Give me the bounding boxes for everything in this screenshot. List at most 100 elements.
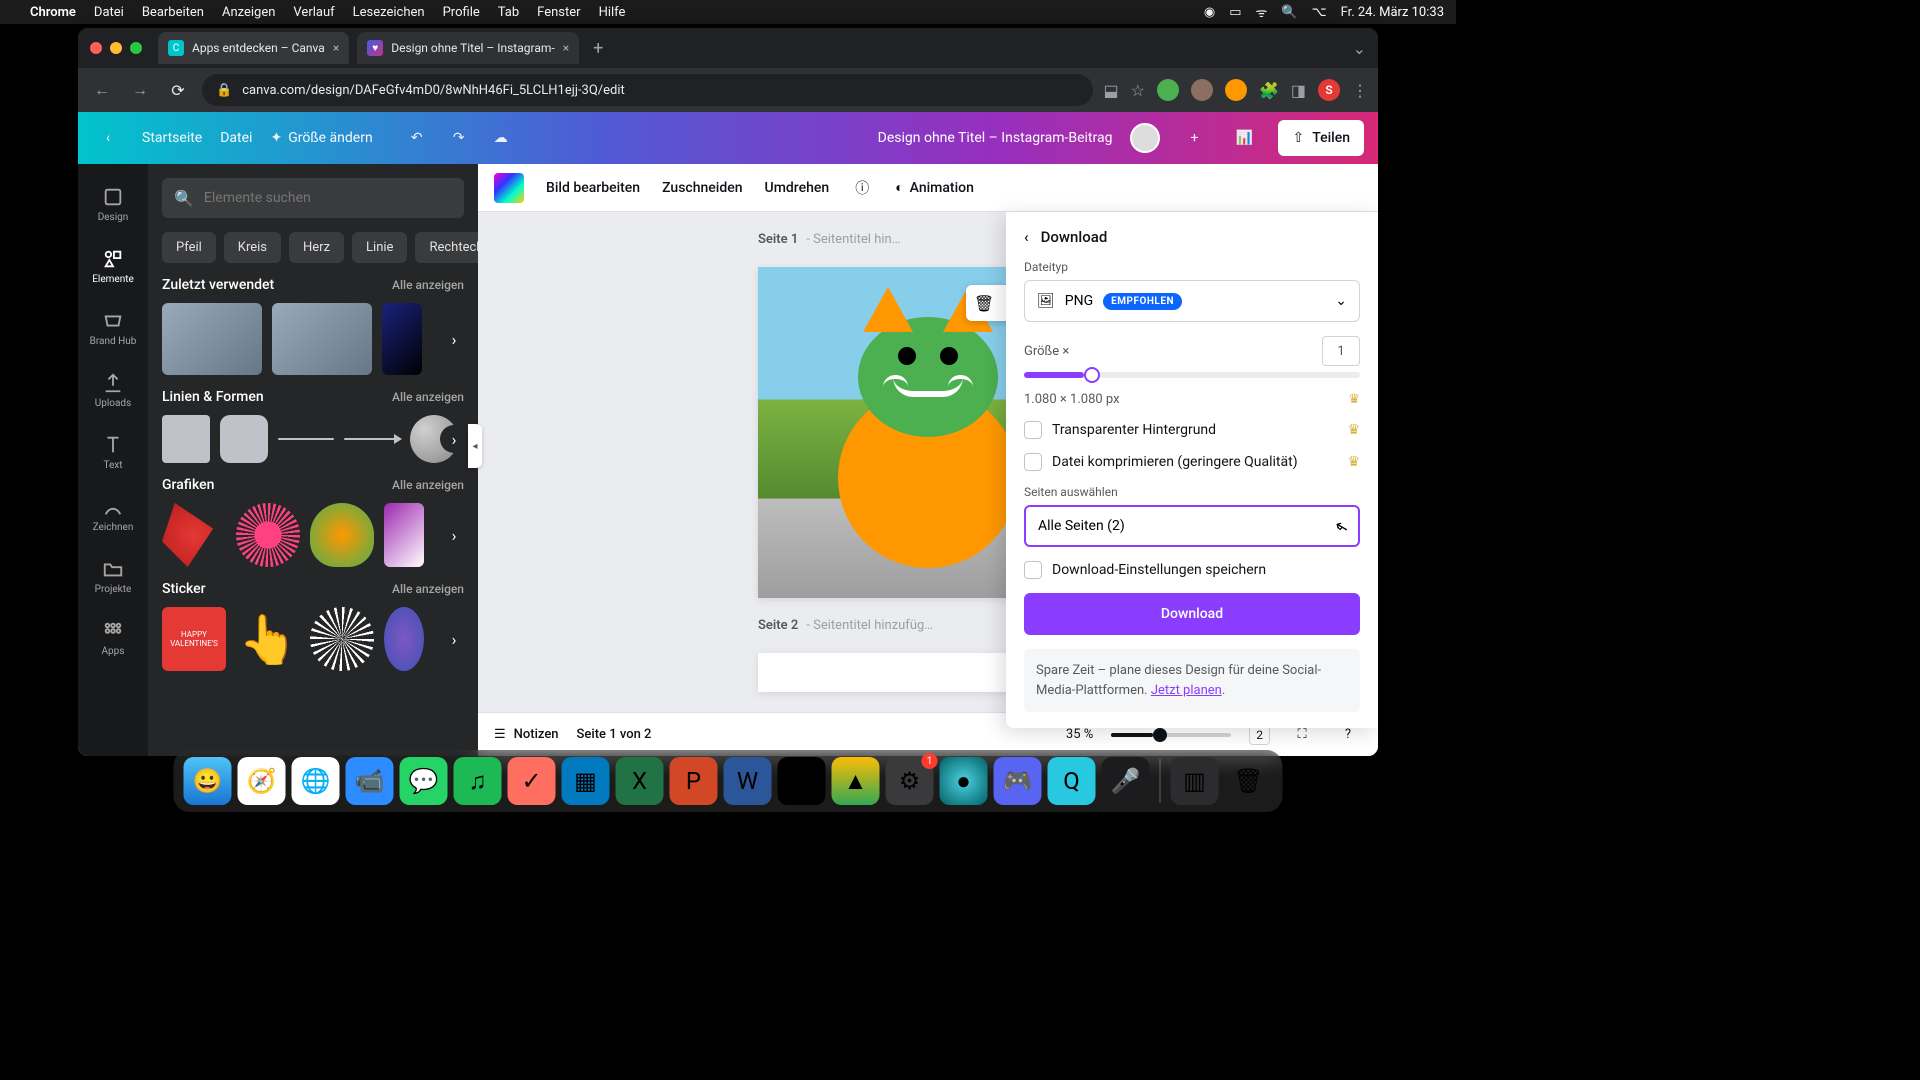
recent-thumb-1[interactable]: [162, 303, 262, 375]
shape-square[interactable]: [162, 415, 210, 463]
add-member-icon[interactable]: +: [1178, 122, 1210, 154]
chip-pfeil[interactable]: Pfeil: [162, 232, 216, 263]
menu-bearbeiten[interactable]: Bearbeiten: [142, 5, 204, 20]
recent-next-icon[interactable]: ›: [440, 325, 468, 353]
menu-hilfe[interactable]: Hilfe: [599, 5, 626, 20]
back-to-home-icon[interactable]: ‹: [92, 122, 124, 154]
rail-uploads[interactable]: Uploads: [78, 360, 148, 420]
menu-fenster[interactable]: Fenster: [537, 5, 580, 20]
nav-reload[interactable]: ⟳: [164, 76, 192, 104]
crop-button[interactable]: Zuschneiden: [662, 180, 742, 196]
document-name[interactable]: Design ohne Titel – Instagram-Beitrag: [878, 130, 1113, 146]
chip-kreis[interactable]: Kreis: [224, 232, 281, 263]
dock-voice-memos[interactable]: 🎤: [1102, 757, 1150, 805]
extension-3[interactable]: [1225, 79, 1247, 101]
zoom-value[interactable]: 35 %: [1066, 727, 1093, 742]
compress-checkbox[interactable]: [1024, 453, 1042, 471]
wifi-icon[interactable]: ᯤ: [1256, 3, 1268, 21]
chip-herz[interactable]: Herz: [289, 232, 344, 263]
app-name[interactable]: Chrome: [30, 5, 76, 20]
profile-avatar[interactable]: S: [1318, 79, 1340, 101]
pro-crown-icon[interactable]: ♛: [1348, 392, 1360, 407]
see-all-lines[interactable]: Alle anzeigen: [392, 390, 464, 404]
battery-icon[interactable]: ▭: [1229, 5, 1241, 20]
rail-projects[interactable]: Projekte: [78, 546, 148, 606]
size-multiplier-input[interactable]: 1: [1322, 336, 1360, 366]
dock-recent[interactable]: ▥: [1171, 757, 1219, 805]
see-all-graphics[interactable]: Alle anzeigen: [392, 478, 464, 492]
shape-line[interactable]: [278, 438, 334, 440]
shape-rounded[interactable]: [220, 415, 268, 463]
menu-verlauf[interactable]: Verlauf: [293, 5, 334, 20]
recent-thumb-3[interactable]: [382, 303, 422, 375]
dock-siri[interactable]: ●: [940, 757, 988, 805]
nav-back[interactable]: ←: [88, 76, 116, 104]
dock-spotify[interactable]: ♫: [454, 757, 502, 805]
sticker-4[interactable]: [384, 607, 424, 671]
menu-anzeigen[interactable]: Anzeigen: [222, 5, 275, 20]
tab-1-close-icon[interactable]: ×: [333, 41, 339, 55]
dock-todoist[interactable]: ✓: [508, 757, 556, 805]
menu-lesezeichen[interactable]: Lesezeichen: [353, 5, 425, 20]
page-1-title[interactable]: - Seitentitel hin…: [806, 232, 900, 247]
graphic-2[interactable]: [236, 503, 300, 567]
flip-button[interactable]: Umdrehen: [765, 180, 830, 196]
rail-draw[interactable]: Zeichnen: [78, 484, 148, 544]
graphic-4[interactable]: [384, 503, 424, 567]
recent-thumb-2[interactable]: [272, 303, 372, 375]
redo-button[interactable]: ↷: [443, 122, 475, 154]
dock-zoom[interactable]: 📹: [346, 757, 394, 805]
schedule-link[interactable]: Jetzt planen: [1151, 683, 1222, 698]
pro-crown-icon[interactable]: ♛: [1347, 422, 1360, 438]
search-input[interactable]: [204, 190, 452, 206]
download-button[interactable]: Download: [1024, 593, 1360, 635]
popover-back-icon[interactable]: ‹: [1024, 228, 1029, 246]
dock-word[interactable]: W: [724, 757, 772, 805]
minimize-window[interactable]: [110, 42, 122, 54]
menu-datei[interactable]: Datei: [94, 5, 124, 20]
tabs-dropdown-icon[interactable]: ⌄: [1353, 39, 1366, 58]
dock-discord[interactable]: 🎮: [994, 757, 1042, 805]
tab-2[interactable]: ♥ Design ohne Titel – Instagram- ×: [357, 32, 579, 64]
see-all-sticker[interactable]: Alle anzeigen: [392, 582, 464, 596]
dock-excel[interactable]: X: [616, 757, 664, 805]
tab-1[interactable]: C Apps entdecken – Canva ×: [158, 32, 349, 64]
bookmark-star-icon[interactable]: ☆: [1131, 81, 1145, 100]
search-icon[interactable]: 🔍: [1281, 5, 1297, 20]
page-indicator[interactable]: Seite 1 von 2: [577, 727, 652, 742]
graphics-next-icon[interactable]: ›: [440, 521, 468, 549]
extension-2[interactable]: [1191, 79, 1213, 101]
chip-rechteck[interactable]: Rechteck: [415, 232, 478, 263]
notes-button[interactable]: ☰ Notizen: [494, 727, 559, 742]
graphic-1[interactable]: [162, 503, 226, 567]
sticker-3[interactable]: [310, 607, 374, 671]
graphic-3[interactable]: [310, 503, 374, 567]
dock-safari[interactable]: 🧭: [238, 757, 286, 805]
dock-quicktime[interactable]: Q: [1048, 757, 1096, 805]
address-bar[interactable]: 🔒 canva.com/design/DAFeGfv4mD0/8wNhH46Fi…: [202, 74, 1093, 106]
dock-trash[interactable]: 🗑: [1225, 757, 1273, 805]
sticker-2[interactable]: 👆: [236, 607, 300, 671]
rail-elements[interactable]: Elemente: [78, 236, 148, 296]
nav-forward[interactable]: →: [126, 76, 154, 104]
dock-powerpoint[interactable]: P: [670, 757, 718, 805]
see-all-recent[interactable]: Alle anzeigen: [392, 278, 464, 292]
color-swatch[interactable]: [494, 173, 524, 203]
file-menu[interactable]: Datei: [220, 130, 252, 146]
chip-linie[interactable]: Linie: [352, 232, 407, 263]
dock-whatsapp[interactable]: 💬: [400, 757, 448, 805]
install-app-icon[interactable]: ⬓: [1103, 81, 1118, 100]
transparent-bg-checkbox[interactable]: [1024, 421, 1042, 439]
elements-search[interactable]: 🔍: [162, 178, 464, 218]
control-center-icon[interactable]: ⌥: [1312, 5, 1327, 20]
pro-crown-icon[interactable]: ♛: [1347, 454, 1360, 470]
undo-button[interactable]: ↶: [401, 122, 433, 154]
pages-select[interactable]: Alle Seiten (2) ⌄: [1024, 505, 1360, 547]
dock-imovie[interactable]: ★: [778, 757, 826, 805]
size-slider[interactable]: [1024, 372, 1360, 378]
info-icon[interactable]: ⓘ: [851, 177, 873, 199]
save-settings-checkbox[interactable]: [1024, 561, 1042, 579]
animation-button[interactable]: ◐ Animation: [895, 179, 974, 196]
tab-2-close-icon[interactable]: ×: [563, 41, 569, 55]
dock-settings[interactable]: ⚙1: [886, 757, 934, 805]
